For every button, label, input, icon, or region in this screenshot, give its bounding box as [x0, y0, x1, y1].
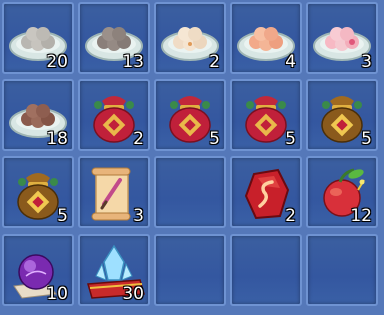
inventory-slot-9[interactable]: 5 — [230, 79, 302, 151]
item-count: 3 — [361, 52, 372, 72]
inventory-slot-20[interactable] — [306, 234, 378, 306]
inventory-slot-19[interactable] — [230, 234, 302, 306]
inventory-slot-15[interactable]: 12 — [306, 156, 378, 228]
inventory-slot-6[interactable]: 18 — [2, 79, 74, 151]
item-count: 3 — [133, 206, 144, 226]
inventory-slot-14[interactable]: 2 — [230, 156, 302, 228]
inventory-slot-2[interactable]: 13 — [78, 2, 150, 74]
item-count: 5 — [361, 129, 372, 149]
item-count: 30 — [122, 284, 144, 304]
item-count: 20 — [46, 52, 68, 72]
inventory-slot-17[interactable]: 30 — [78, 234, 150, 306]
inventory-slot-8[interactable]: 5 — [154, 79, 226, 151]
item-count: 2 — [285, 206, 296, 226]
inventory-slot-11[interactable]: 5 — [2, 156, 74, 228]
item-count: 5 — [57, 206, 68, 226]
inventory-slot-12[interactable]: 3 — [78, 156, 150, 228]
item-count: 18 — [46, 129, 68, 149]
item-count: 4 — [285, 52, 296, 72]
inventory-slot-5[interactable]: 3 — [306, 2, 378, 74]
inventory-slot-1[interactable]: 20 — [2, 2, 74, 74]
item-count: 5 — [285, 129, 296, 149]
inventory-grid: 20 13 2 4 3 18 2 5 5 5 5 3 2 12 10 30 — [0, 0, 384, 315]
inventory-slot-7[interactable]: 2 — [78, 79, 150, 151]
item-count: 2 — [209, 52, 220, 72]
item-count: 12 — [350, 206, 372, 226]
item-count: 10 — [46, 284, 68, 304]
item-count: 13 — [122, 52, 144, 72]
inventory-slot-18[interactable] — [154, 234, 226, 306]
item-count: 2 — [133, 129, 144, 149]
inventory-slot-13[interactable] — [154, 156, 226, 228]
inventory-slot-10[interactable]: 5 — [306, 79, 378, 151]
inventory-slot-3[interactable]: 2 — [154, 2, 226, 74]
item-count: 5 — [209, 129, 220, 149]
inventory-slot-16[interactable]: 10 — [2, 234, 74, 306]
inventory-slot-4[interactable]: 4 — [230, 2, 302, 74]
